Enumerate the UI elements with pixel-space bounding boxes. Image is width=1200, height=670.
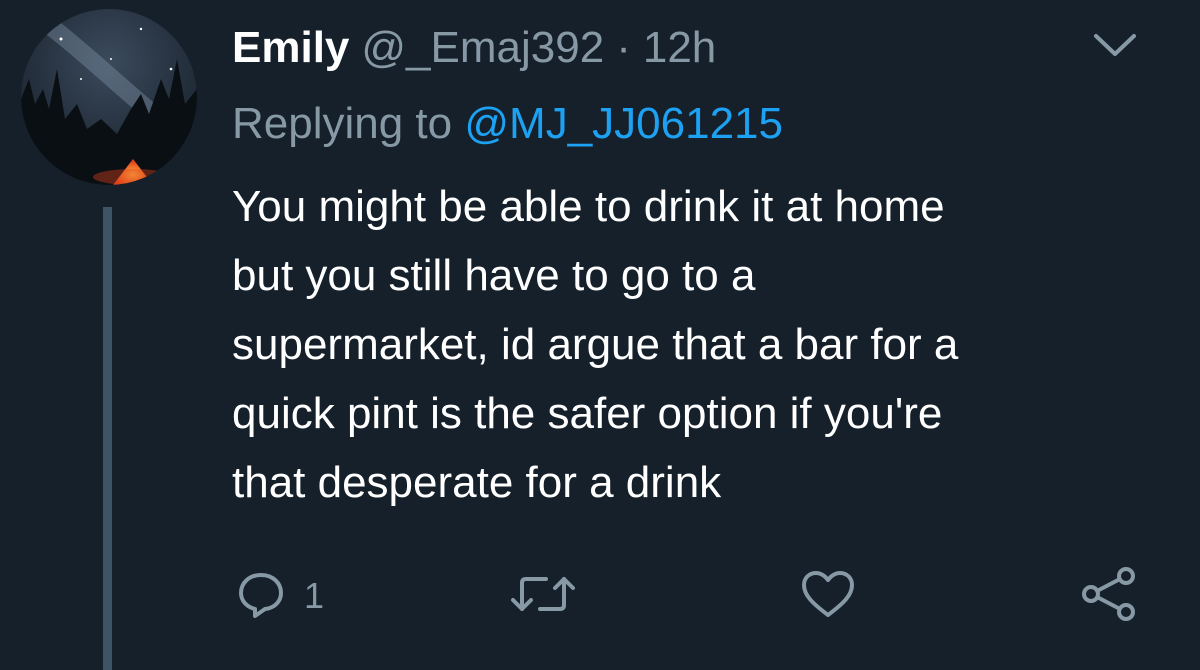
replying-to: Replying to @MJ_JJ061215 (232, 96, 783, 152)
like-button[interactable] (800, 566, 874, 626)
reply-icon (236, 569, 286, 624)
tweet-text-line: supermarket, id argue that a bar for a (232, 320, 959, 369)
tweet-text-line: quick pint is the safer option if you're (232, 389, 943, 438)
retweet-button[interactable] (508, 566, 596, 626)
author-name[interactable]: Emily (232, 20, 349, 76)
tweet-header: Emily @_Emaj392 · 12h (232, 20, 716, 76)
tweet-text-line: You might be able to drink it at home (232, 182, 945, 231)
share-button[interactable] (1080, 566, 1138, 626)
tweet: Emily @_Emaj392 · 12h Replying to @MJ_JJ… (0, 0, 1200, 670)
heart-icon (800, 569, 856, 624)
tweet-text-line: but you still have to go to a (232, 251, 756, 300)
tweet-time[interactable]: 12h (643, 20, 716, 76)
retweet-icon (508, 569, 578, 624)
avatar[interactable] (21, 9, 197, 185)
tweet-text: You might be able to drink it at home bu… (232, 172, 1152, 517)
tweet-text-line: that desperate for a drink (232, 458, 722, 507)
reply-mention-link[interactable]: @MJ_JJ061215 (464, 99, 783, 148)
avatar-image (21, 9, 197, 185)
replying-prefix: Replying to (232, 99, 453, 148)
action-bar: 1 (0, 566, 1200, 626)
separator-dot: · (616, 23, 631, 72)
reply-count: 1 (304, 575, 325, 616)
share-icon (1080, 566, 1138, 627)
chevron-down-icon[interactable] (1092, 30, 1138, 60)
reply-button[interactable]: 1 (236, 566, 324, 626)
author-handle[interactable]: @_Emaj392 (361, 20, 604, 76)
